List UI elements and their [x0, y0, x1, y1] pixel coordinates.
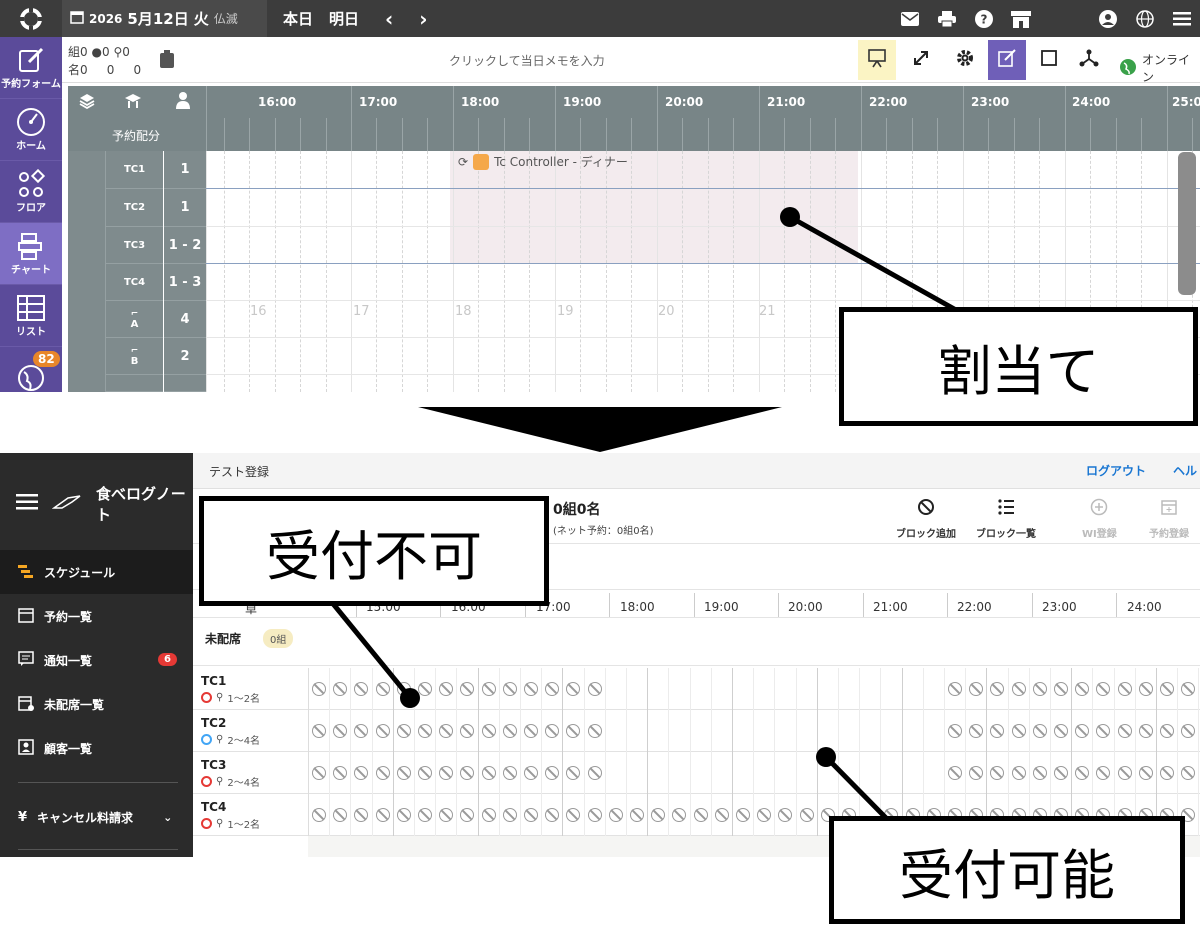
callout-accept: 受付可能 — [829, 816, 1185, 924]
callout-not-accept: 受付不可 — [199, 496, 549, 606]
not-accept-pointer-line — [328, 598, 412, 700]
callout-lines — [328, 207, 967, 822]
assign-pointer-line — [788, 214, 967, 318]
accept-pointer-line — [824, 755, 890, 822]
callout-assign: 割当て — [839, 307, 1198, 426]
